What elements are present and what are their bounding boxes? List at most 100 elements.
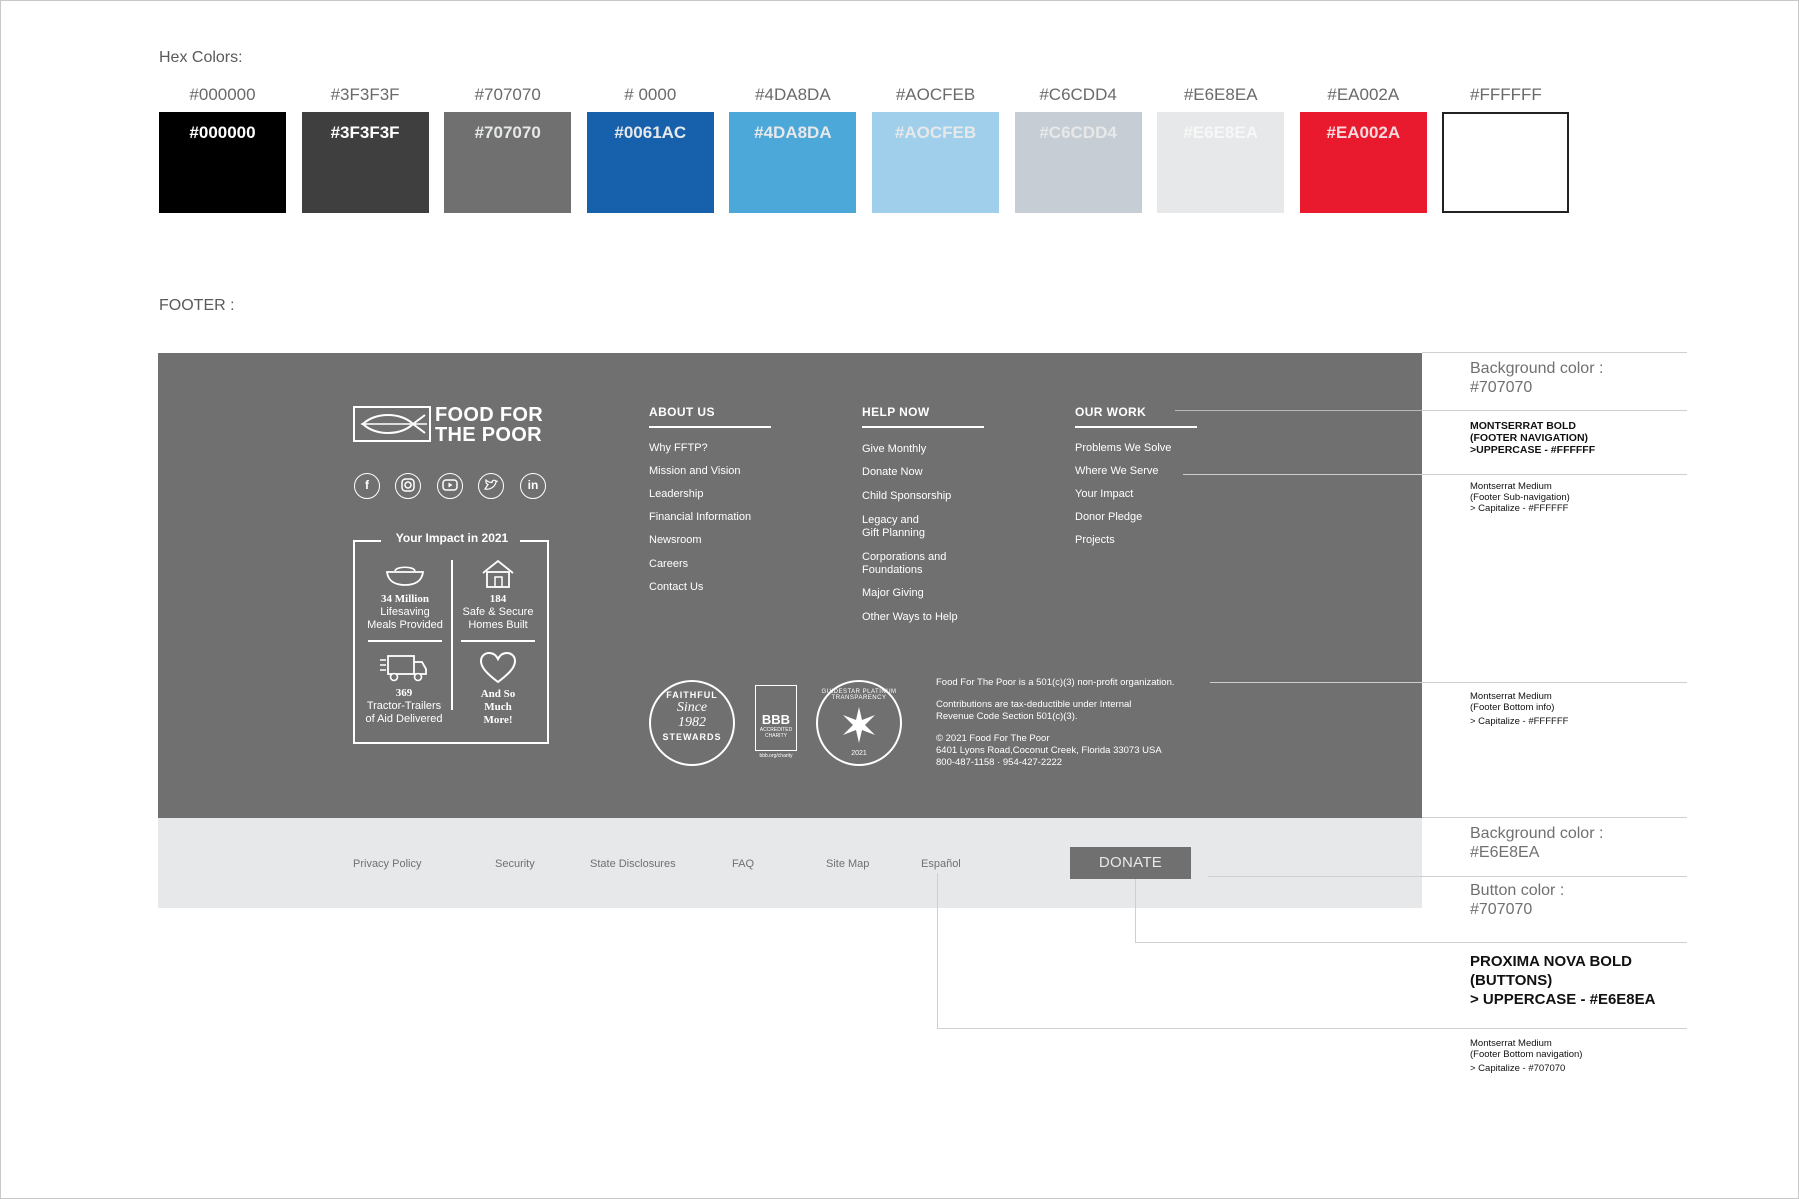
annotation-subnav-line2: (Footer Sub-navigation) xyxy=(1470,492,1570,503)
youtube-icon[interactable] xyxy=(437,473,463,499)
nav-heading-about[interactable]: ABOUT US xyxy=(649,405,715,419)
swatch-top-label: #707070 xyxy=(474,85,541,104)
instagram-icon[interactable] xyxy=(395,473,421,499)
badge-faithful-year: 1982 xyxy=(678,715,706,730)
impact-meals-line1: Lifesaving xyxy=(380,606,430,618)
guidestar-badge: GUIDESTAR PLATINUM TRANSPARENCY 2021 xyxy=(816,680,902,766)
annotation-button-label: Button color : xyxy=(1470,882,1565,899)
swatch-item: #FFFFFF xyxy=(1442,84,1570,213)
impact-title: Your Impact in 2021 xyxy=(395,531,509,545)
nav-item-leadership[interactable]: Leadership xyxy=(649,488,703,501)
color-swatch: #E6E8EA xyxy=(1157,112,1285,213)
info-nonprofit: Food For The Poor is a 501(c)(3) non-pro… xyxy=(936,677,1175,688)
annotation-bg-light: Background color : #E6E8EA xyxy=(1470,824,1603,862)
nav-item-donor-pledge[interactable]: Donor Pledge xyxy=(1075,511,1142,524)
impact-homes-line2: Homes Built xyxy=(468,619,528,631)
annotation-bg-dark: Background color : #707070 xyxy=(1470,359,1603,397)
impact-homes-line1: Safe & Secure xyxy=(462,606,534,618)
nav-item-child-sponsorship[interactable]: Child Sponsorship xyxy=(862,490,951,503)
fish-logo-icon xyxy=(353,406,431,442)
color-swatch: #4DA8DA xyxy=(729,112,857,213)
swatch-item: #EA002A #EA002A xyxy=(1299,84,1427,213)
nav-item-careers[interactable]: Careers xyxy=(649,558,688,571)
impact-divider-right xyxy=(461,640,535,642)
info-phones[interactable]: 800-487-1158 · 954-427-2222 xyxy=(936,757,1062,769)
annotation-info-font: Montserrat Medium (Footer Bottom info) >… xyxy=(1470,691,1568,727)
annotation-rule xyxy=(1422,817,1687,818)
nav-item-newsroom[interactable]: Newsroom xyxy=(649,534,702,547)
bottom-link-site-map[interactable]: Site Map xyxy=(826,858,869,870)
nav-item-contact[interactable]: Contact Us xyxy=(649,581,703,594)
swatch-top-label: #4DA8DA xyxy=(755,85,831,104)
nav-item-why-fftp[interactable]: Why FFTP? xyxy=(649,442,708,455)
impact-divider-vertical xyxy=(451,560,453,710)
annotation-leader-bg-light xyxy=(1208,876,1687,877)
guidestar-year: 2021 xyxy=(851,750,867,757)
swatch-top-label: # 0000 xyxy=(624,85,677,104)
impact-more-line2: More! xyxy=(483,714,513,726)
logo-line-2: THE POOR xyxy=(435,424,542,446)
swatch-item: #E6E8EA #E6E8EA xyxy=(1157,84,1285,213)
nav-item-other-ways[interactable]: Other Ways to Help xyxy=(862,611,958,624)
annotation-button-value: #707070 xyxy=(1470,901,1533,918)
annotation-subnav-font: Montserrat Medium (Footer Sub-navigation… xyxy=(1470,481,1570,514)
nav-item-corporations[interactable]: Corporations and Foundations xyxy=(862,551,946,577)
annotation-bg-light-value: #E6E8EA xyxy=(1470,844,1540,861)
footer-logo[interactable]: FOOD FOR THE POOR xyxy=(353,405,548,445)
impact-trucks-line2: of Aid Delivered xyxy=(365,713,443,725)
nav-item-your-impact[interactable]: Your Impact xyxy=(1075,488,1133,501)
nav-item-financial[interactable]: Financial Information xyxy=(649,511,751,524)
swatch-item: #000000 #000000 xyxy=(159,84,286,213)
bottom-link-faq[interactable]: FAQ xyxy=(732,858,754,870)
annotation-bg-light-label: Background color : xyxy=(1470,825,1604,842)
nav-item-donate-now[interactable]: Donate Now xyxy=(862,466,923,479)
nav-heading-work[interactable]: OUR WORK xyxy=(1075,405,1146,419)
annotation-leader-button-v xyxy=(1135,879,1136,942)
color-swatch: #000000 xyxy=(159,112,286,213)
bottom-link-privacy[interactable]: Privacy Policy xyxy=(353,858,421,870)
guidestar-star-icon xyxy=(843,707,875,743)
impact-stat-trucks: 369 Tractor-Trailers of Aid Delivered xyxy=(358,687,450,726)
annotation-subnav-line1: Montserrat Medium xyxy=(1470,481,1552,492)
swatch-item: #707070 #707070 xyxy=(444,84,572,213)
impact-trucks-value: 369 xyxy=(395,687,413,699)
annotation-bottom-nav-line2: (Footer Bottom navigation) xyxy=(1470,1049,1583,1060)
nav-item-problems[interactable]: Problems We Solve xyxy=(1075,442,1171,455)
nav-item-corporations-line2: Foundations xyxy=(862,564,923,576)
annotation-bottom-nav-font: Montserrat Medium (Footer Bottom navigat… xyxy=(1470,1038,1582,1074)
bottom-link-security[interactable]: Security xyxy=(495,858,535,870)
donate-button[interactable]: DONATE xyxy=(1070,847,1191,879)
impact-stat-homes: 184 Safe & Secure Homes Built xyxy=(454,593,542,632)
annotation-leader-bottom-nav-v xyxy=(937,873,938,1028)
nav-item-where-we-serve[interactable]: Where We Serve xyxy=(1075,465,1159,478)
twitter-icon[interactable] xyxy=(478,473,504,499)
annotation-bg-dark-label: Background color : xyxy=(1470,360,1604,377)
truck-icon xyxy=(380,655,427,682)
bbb-line2: CHARITY xyxy=(765,733,787,739)
annotation-info-line3: > Capitalize - #FFFFFF xyxy=(1470,716,1569,727)
nav-item-projects[interactable]: Projects xyxy=(1075,534,1115,547)
annotation-nav-font-line2: (FOOTER NAVIGATION) xyxy=(1470,432,1589,444)
hex-colors-title: Hex Colors: xyxy=(159,49,243,66)
annotation-button-font-line2: (BUTTONS) xyxy=(1470,972,1553,989)
bottom-link-state-disclosures[interactable]: State Disclosures xyxy=(590,858,676,870)
linkedin-icon[interactable]: in xyxy=(520,473,546,499)
annotation-leader-button-h xyxy=(1135,942,1687,943)
swatch-top-label: #C6CDD4 xyxy=(1039,85,1117,104)
nav-item-mission[interactable]: Mission and Vision xyxy=(649,465,741,478)
swatch-top-label: #EA002A xyxy=(1327,85,1400,104)
nav-heading-help[interactable]: HELP NOW xyxy=(862,405,930,419)
annotation-button-color: Button color : #707070 xyxy=(1470,881,1564,919)
swatch-top-label: #000000 xyxy=(189,85,256,104)
color-swatch: #3F3F3F xyxy=(301,112,429,213)
facebook-icon[interactable]: f xyxy=(354,473,380,499)
bottom-link-espanol[interactable]: Español xyxy=(921,858,961,870)
swatch-item: #4DA8DA #4DA8DA xyxy=(729,84,857,213)
nav-item-major-giving[interactable]: Major Giving xyxy=(862,587,924,600)
nav-item-give-monthly[interactable]: Give Monthly xyxy=(862,443,926,456)
nav-item-corporations-line1: Corporations and xyxy=(862,551,947,563)
footer-bottom-bar xyxy=(158,818,1422,908)
nav-item-legacy[interactable]: Legacy and Gift Planning xyxy=(862,514,925,540)
bbb-badge: BBB ACCREDITED CHARITY bbb.org/charity xyxy=(753,685,799,761)
swatch-item: #C6CDD4 #C6CDD4 xyxy=(1014,84,1142,213)
